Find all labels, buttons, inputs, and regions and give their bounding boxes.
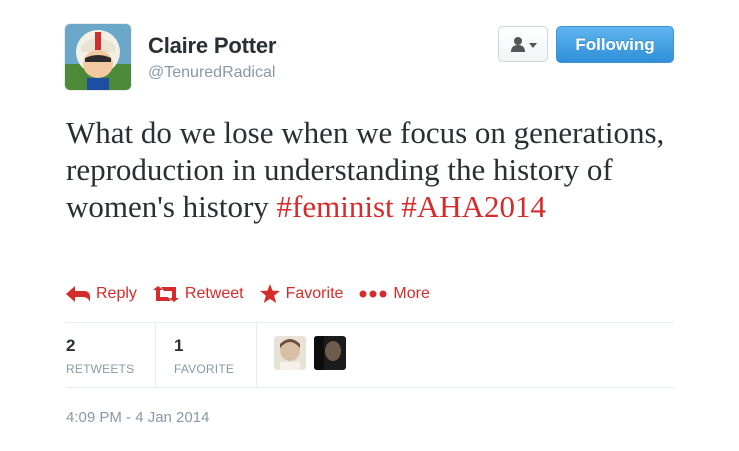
tweet-text: What do we lose when we focus on generat… xyxy=(66,114,706,225)
reply-button[interactable]: Reply xyxy=(66,285,137,303)
favorite-count: 1 xyxy=(174,336,184,355)
person-icon xyxy=(510,37,525,52)
divider xyxy=(66,387,674,388)
user-handle[interactable]: @TenuredRadical xyxy=(148,64,275,82)
user-display-name[interactable]: Claire Potter xyxy=(148,33,276,59)
favoriter-avatar[interactable] xyxy=(314,336,346,370)
retweets-stat[interactable]: 2 RETWEETS xyxy=(66,336,134,376)
favorites-stat[interactable]: 1 FAVORITE xyxy=(174,336,234,376)
hashtag-link[interactable]: #AHA2014 xyxy=(401,189,546,224)
retweet-button[interactable]: Retweet xyxy=(152,284,244,303)
user-actions-dropdown[interactable] xyxy=(498,26,548,62)
reply-icon xyxy=(66,285,90,302)
retweet-icon xyxy=(152,285,179,302)
favoriter-avatar[interactable] xyxy=(274,336,306,370)
star-icon xyxy=(259,284,280,303)
tweet-actions: Reply Retweet Favorite More xyxy=(66,284,446,303)
more-dots-icon xyxy=(359,290,387,297)
divider xyxy=(256,323,257,387)
divider xyxy=(155,323,156,387)
more-button[interactable]: More xyxy=(359,284,430,303)
retweet-label: Retweet xyxy=(184,284,244,302)
favorite-label: Favorite xyxy=(285,284,344,302)
following-button[interactable]: Following xyxy=(556,26,674,63)
tweet-timestamp[interactable]: 4:09 PM - 4 Jan 2014 xyxy=(66,409,209,426)
chevron-down-icon xyxy=(528,43,537,48)
hashtag-link[interactable]: #feminist xyxy=(277,189,394,224)
retweet-count: 2 xyxy=(66,336,76,355)
favorite-button[interactable]: Favorite xyxy=(259,284,344,303)
favorite-count-label: FAVORITE xyxy=(174,362,235,376)
profile-avatar[interactable] xyxy=(65,24,131,90)
divider xyxy=(66,322,674,323)
retweet-count-label: RETWEETS xyxy=(66,362,135,376)
reply-label: Reply xyxy=(96,284,137,302)
more-label: More xyxy=(393,284,430,302)
